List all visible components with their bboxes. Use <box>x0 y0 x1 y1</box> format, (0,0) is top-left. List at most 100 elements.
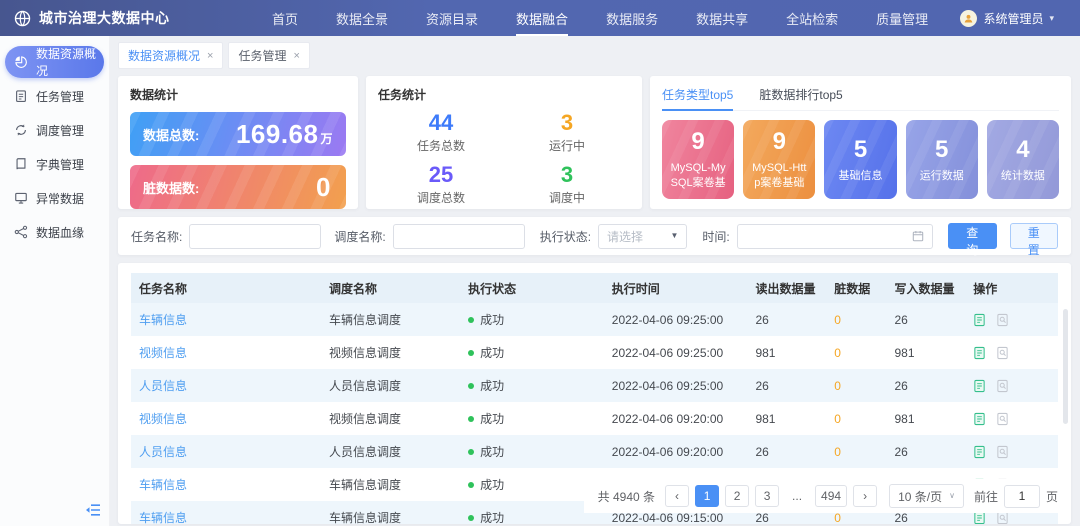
top-nav-item[interactable]: 全站检索 <box>786 0 838 36</box>
select-placeholder: 请选择 <box>607 228 643 245</box>
exec-time-cell: 2022-04-06 09:25:00 <box>604 336 748 369</box>
top5-label: 基础信息 <box>839 169 883 184</box>
task-stat: 44 任务总数 <box>378 111 504 154</box>
view-log-icon[interactable] <box>996 412 1009 426</box>
table-row[interactable]: 视频信息 视频信息调度 成功 2022-04-06 09:20:00 981 0… <box>131 402 1058 435</box>
view-log-icon[interactable] <box>996 445 1009 459</box>
read-count-cell: 981 <box>747 336 826 369</box>
top5-tab[interactable]: 任务类型top5 <box>662 86 733 111</box>
view-log-icon[interactable] <box>996 313 1009 327</box>
read-count-cell: 26 <box>747 303 826 336</box>
open-tabs-bar: 数据资源概况 × 任务管理 × <box>118 42 1071 69</box>
close-tab-icon[interactable]: × <box>207 50 213 62</box>
read-count-cell: 981 <box>747 402 826 435</box>
status-dot <box>468 383 474 389</box>
task-name-input[interactable] <box>189 224 321 249</box>
status-cell: 成功 <box>460 402 604 435</box>
table-row[interactable]: 人员信息 人员信息调度 成功 2022-04-06 09:25:00 26 0 … <box>131 369 1058 402</box>
sidebar-item[interactable]: 异常数据 <box>5 182 104 214</box>
top5-card[interactable]: 9 MySQL-MySQL案卷基础... <box>662 120 734 199</box>
top-nav-item[interactable]: 首页 <box>272 0 298 36</box>
top-nav-item[interactable]: 数据全景 <box>336 0 388 36</box>
schedule-name-cell: 视频信息调度 <box>321 336 460 369</box>
page-button[interactable]: 3 <box>755 485 779 507</box>
sidebar-item-label: 任务管理 <box>36 88 84 105</box>
view-log-icon[interactable] <box>996 346 1009 360</box>
write-count-cell: 981 <box>886 402 965 435</box>
task-stats-panel: 任务统计 44 任务总数 3 运行中 25 调度总数 <box>366 76 642 209</box>
top5-card[interactable]: 4 统计数据 <box>987 120 1059 199</box>
page-button[interactable]: ... <box>785 485 809 507</box>
top5-card[interactable]: 5 基础信息 <box>824 120 896 199</box>
close-tab-icon[interactable]: × <box>293 50 299 62</box>
menu-fold-icon[interactable] <box>85 502 101 518</box>
next-page-button[interactable]: › <box>853 485 877 507</box>
page-jump: 前往 页 <box>974 485 1058 508</box>
search-button[interactable]: 查询 <box>948 223 996 249</box>
table-scrollbar[interactable] <box>1063 309 1068 424</box>
sidebar-menu: 数据资源概况 任务管理 调度管理 字典管理 异常数据 <box>0 46 109 248</box>
top5-count: 5 <box>935 136 948 164</box>
task-name-link[interactable]: 人员信息 <box>139 445 187 459</box>
table-row[interactable]: 人员信息 人员信息调度 成功 2022-04-06 09:20:00 26 0 … <box>131 435 1058 468</box>
read-count-cell: 26 <box>747 369 826 402</box>
log-file-icon[interactable] <box>973 445 986 459</box>
task-name-link[interactable]: 视频信息 <box>139 346 187 360</box>
schedule-name-cell: 车辆信息调度 <box>321 303 460 336</box>
log-file-icon[interactable] <box>973 346 986 360</box>
top-nav-item[interactable]: 数据服务 <box>606 0 658 36</box>
top-nav-item[interactable]: 质量管理 <box>876 0 928 36</box>
pagination: 共 4940 条 ‹ 123...494 › 10 条/页 ∨ 前往 页 <box>584 479 1058 513</box>
user-menu[interactable]: 系统管理员 ▾ <box>960 0 1080 36</box>
task-name-link[interactable]: 车辆信息 <box>139 478 187 492</box>
column-header: 执行时间 <box>604 273 748 303</box>
exec-status-label: 执行状态: <box>540 228 591 245</box>
task-stat-label: 调度中 <box>504 189 630 206</box>
table-row[interactable]: 视频信息 视频信息调度 成功 2022-04-06 09:25:00 981 0… <box>131 336 1058 369</box>
top-nav-item[interactable]: 数据融合 <box>516 0 568 36</box>
time-range-input[interactable] <box>737 224 933 249</box>
schedule-name-cell: 车辆信息调度 <box>321 501 460 524</box>
status-dot <box>468 482 474 488</box>
schedule-sync-icon <box>14 123 28 137</box>
top-nav-item[interactable]: 资源目录 <box>426 0 478 36</box>
sidebar-item[interactable]: 数据资源概况 <box>5 46 104 78</box>
page-button[interactable]: 1 <box>695 485 719 507</box>
task-name-link[interactable]: 人员信息 <box>139 379 187 393</box>
top5-tab[interactable]: 脏数据排行top5 <box>759 86 842 111</box>
sidebar-item[interactable]: 任务管理 <box>5 80 104 112</box>
workspace-tab[interactable]: 数据资源概况 × <box>118 42 223 69</box>
schedule-name-input[interactable] <box>393 224 525 249</box>
top5-count: 9 <box>691 128 704 156</box>
top-nav-item[interactable]: 数据共享 <box>696 0 748 36</box>
top-nav-menu: 首页 数据全景 资源目录 数据融合 数据服务 数据共享 全站检索 质量管理 <box>272 0 928 36</box>
task-name-link[interactable]: 车辆信息 <box>139 313 187 327</box>
workspace-tab[interactable]: 任务管理 × <box>228 42 309 69</box>
page-button[interactable]: 2 <box>725 485 749 507</box>
reset-button[interactable]: 重置 <box>1010 223 1058 249</box>
main-content: 数据资源概况 × 任务管理 × 数据统计 数据总数: 169.68万 <box>110 36 1080 526</box>
jump-page-input[interactable] <box>1004 485 1040 508</box>
log-file-icon[interactable] <box>973 412 986 426</box>
page-button[interactable]: 494 <box>815 485 847 507</box>
top5-card[interactable]: 5 运行数据 <box>906 120 978 199</box>
stat-label: 数据总数: <box>143 125 199 144</box>
status-cell: 成功 <box>460 369 604 402</box>
user-avatar <box>960 10 977 27</box>
table-row[interactable]: 车辆信息 车辆信息调度 成功 2022-04-06 09:25:00 26 0 … <box>131 303 1058 336</box>
log-file-icon[interactable] <box>973 313 986 327</box>
top5-card[interactable]: 9 MySQL-Http案卷基础信... <box>743 120 815 199</box>
page-size-select[interactable]: 10 条/页 ∨ <box>889 484 964 508</box>
exec-status-select[interactable]: 请选择 ▼ <box>598 224 687 249</box>
sidebar-item[interactable]: 调度管理 <box>5 114 104 146</box>
view-log-icon[interactable] <box>996 379 1009 393</box>
column-header: 操作 <box>965 273 1058 303</box>
prev-page-button[interactable]: ‹ <box>665 485 689 507</box>
task-name-link[interactable]: 车辆信息 <box>139 511 187 524</box>
filter-bar: 任务名称: 调度名称: 执行状态: 请选择 ▼ 时间: 查询 重置 <box>118 217 1071 255</box>
log-file-icon[interactable] <box>973 379 986 393</box>
task-name-link[interactable]: 视频信息 <box>139 412 187 426</box>
sidebar-item[interactable]: 数据血缘 <box>5 216 104 248</box>
sidebar-item-label: 数据血缘 <box>36 224 84 241</box>
sidebar-item[interactable]: 字典管理 <box>5 148 104 180</box>
